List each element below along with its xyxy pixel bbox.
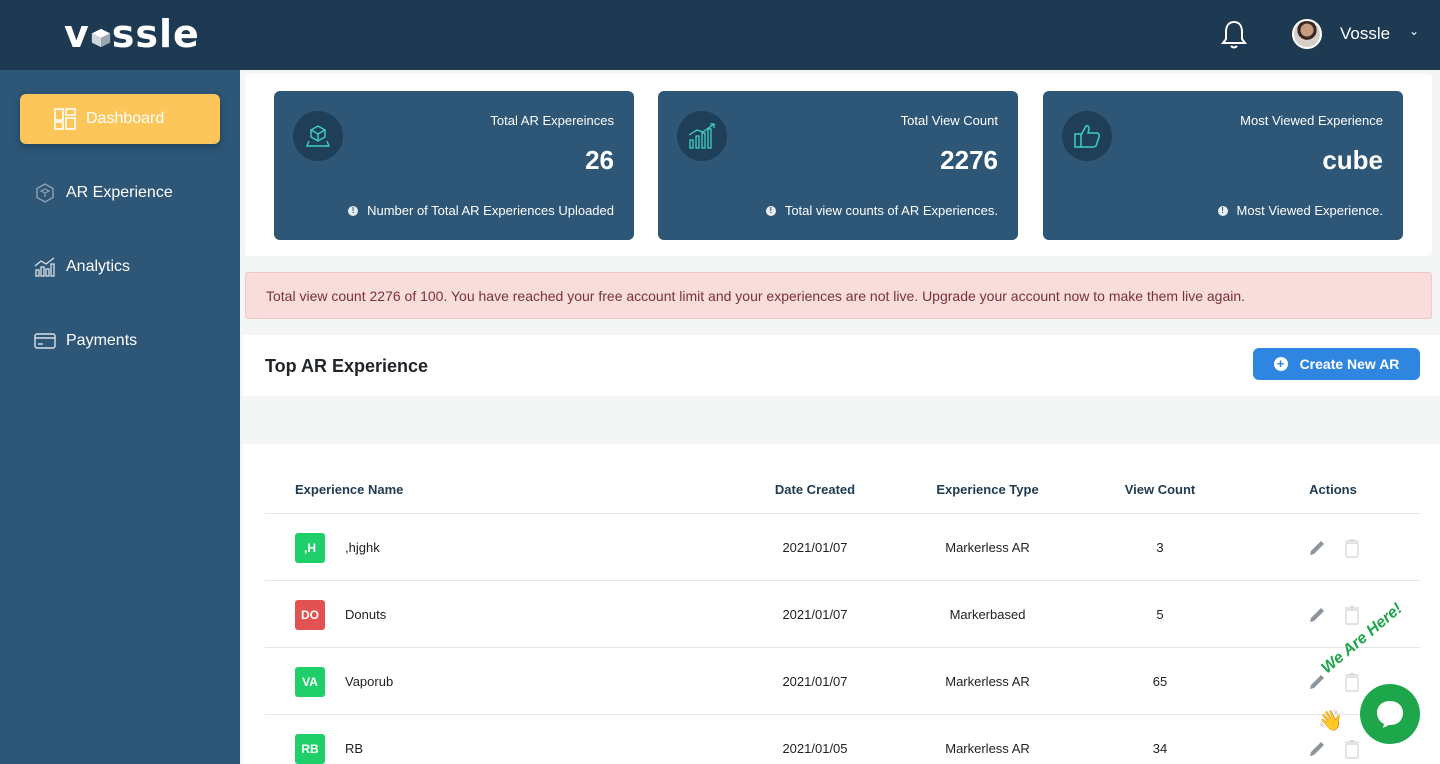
date-created: 2021/01/07	[782, 674, 848, 689]
sidebar-item-label: AR Experience	[66, 184, 173, 201]
chevron-down-icon[interactable]: ⌄	[1409, 24, 1419, 38]
section-title: Top AR Experience	[265, 356, 429, 376]
plus-circle-icon: +	[1273, 357, 1288, 371]
stat-value: 2276	[940, 145, 998, 175]
table-row[interactable]: RB RB 2021/01/05 Markerless AR 34	[265, 715, 1420, 764]
column-header[interactable]: View Count	[1110, 482, 1210, 497]
dashboard-grid-icon	[54, 108, 76, 130]
user-avatar[interactable]	[1292, 19, 1322, 49]
experience-type: Markerless AR	[945, 540, 1030, 555]
edit-pencil-icon[interactable]	[1307, 739, 1327, 759]
column-header[interactable]: Experience Name	[295, 482, 403, 497]
column-header: Actions	[1309, 482, 1357, 497]
chat-launcher-button[interactable]	[1360, 684, 1420, 744]
top-ar-section-header: Top AR Experience + Create New AR	[243, 335, 1440, 396]
logo-prefix: v	[64, 12, 90, 56]
experience-type: Markerless AR	[945, 674, 1030, 689]
edit-pencil-icon[interactable]	[1307, 672, 1327, 692]
table-header: Experience Name Date Created Experience …	[265, 469, 1420, 514]
stat-note: ! Most Viewed Experience.	[1217, 203, 1383, 218]
account-limit-alert: Total view count 2276 of 100. You have r…	[245, 272, 1432, 319]
user-name[interactable]: Vossle	[1340, 24, 1390, 44]
top-bar: v ssle Vossle ⌄	[0, 0, 1440, 70]
view-count: 5	[1156, 607, 1164, 622]
table-row[interactable]: ,H ,hjghk 2021/01/07 Markerless AR 3	[265, 514, 1420, 581]
experience-name[interactable]: Donuts	[345, 607, 386, 622]
view-count: 65	[1152, 674, 1168, 689]
notification-bell-icon[interactable]	[1220, 19, 1248, 51]
sidebar-item-payments[interactable]: Payments	[20, 316, 220, 366]
sidebar-item-label: Analytics	[66, 258, 131, 275]
experience-badge: RB	[295, 734, 325, 764]
stat-note-text: Most Viewed Experience.	[1236, 203, 1383, 218]
thumbs-up-icon	[1062, 111, 1112, 161]
sidebar-item-label: Dashboard	[86, 110, 165, 127]
table-row[interactable]: DO Donuts 2021/01/07 Markerbased 5	[265, 581, 1420, 648]
experience-table: Experience Name Date Created Experience …	[243, 444, 1440, 764]
stat-card-total-ar: Total AR Expereinces 26 ! Number of Total…	[274, 91, 634, 240]
view-count: 34	[1152, 741, 1168, 756]
trash-icon[interactable]	[1344, 538, 1360, 558]
ar-box-icon	[293, 111, 343, 161]
growth-chart-icon	[677, 111, 727, 161]
edit-pencil-icon[interactable]	[1307, 605, 1327, 625]
info-icon: !	[348, 205, 359, 216]
view-count: 3	[1156, 540, 1164, 555]
logo-suffix: ssle	[111, 12, 200, 56]
sidebar-item-analytics[interactable]: Analytics	[20, 242, 220, 292]
stat-note-text: Total view counts of AR Experiences.	[784, 203, 998, 218]
experience-name[interactable]: Vaporub	[345, 674, 393, 689]
experience-type: Markerbased	[949, 607, 1026, 622]
info-icon: !	[1217, 205, 1228, 216]
waving-hand-icon: 👋	[1318, 710, 1343, 732]
sidebar-item-dashboard[interactable]: Dashboard	[20, 94, 220, 144]
stat-card-most-viewed: Most Viewed Experience cube ! Most Viewed…	[1043, 91, 1403, 240]
experience-name[interactable]: RB	[345, 741, 363, 756]
stat-title: Total AR Expereinces	[490, 113, 614, 128]
column-header[interactable]: Experience Type	[890, 482, 1085, 497]
sidebar-item-ar-experience[interactable]: AR Experience	[20, 168, 220, 218]
table-row[interactable]: VA Vaporub 2021/01/07 Markerless AR 65	[265, 648, 1420, 715]
trash-icon[interactable]	[1344, 605, 1360, 625]
experience-name[interactable]: ,hjghk	[345, 540, 380, 555]
sidebar-item-label: Payments	[66, 332, 138, 349]
stat-note: ! Number of Total AR Experiences Uploaded	[348, 203, 614, 218]
date-created: 2021/01/05	[782, 741, 848, 756]
experience-type: Markerless AR	[945, 741, 1030, 756]
experience-badge: ,H	[295, 533, 325, 563]
chart-bars-icon	[34, 256, 56, 278]
create-new-ar-button[interactable]: + Create New AR	[1253, 348, 1420, 380]
date-created: 2021/01/07	[782, 540, 848, 555]
stat-value: 26	[585, 145, 614, 175]
trash-icon[interactable]	[1344, 739, 1360, 759]
stat-title: Most Viewed Experience	[1240, 113, 1383, 128]
stat-note: ! Total view counts of AR Experiences.	[765, 203, 998, 218]
stat-title: Total View Count	[900, 113, 998, 128]
edit-pencil-icon[interactable]	[1307, 538, 1327, 558]
vossle-logo[interactable]: v ssle	[64, 12, 200, 56]
credit-card-icon	[34, 330, 56, 352]
date-created: 2021/01/07	[782, 607, 848, 622]
section-divider	[243, 396, 1440, 444]
stat-card-total-views: Total View Count 2276 ! Total view counts…	[658, 91, 1018, 240]
stats-panel: Total AR Expereinces 26 ! Number of Total…	[245, 74, 1432, 256]
column-header[interactable]: Date Created	[715, 482, 915, 497]
cube-hex-icon	[34, 182, 56, 204]
stat-note-text: Number of Total AR Experiences Uploaded	[367, 203, 614, 218]
stat-value: cube	[1322, 145, 1383, 175]
experience-badge: VA	[295, 667, 325, 697]
logo-cube-icon	[91, 28, 110, 48]
info-icon: !	[765, 205, 776, 216]
create-button-label: Create New AR	[1299, 356, 1400, 372]
sidebar: Dashboard AR Experience Analytics Paymen…	[0, 70, 240, 764]
chat-bubble-icon	[1377, 701, 1403, 728]
experience-badge: DO	[295, 600, 325, 630]
trash-icon[interactable]	[1344, 672, 1360, 692]
